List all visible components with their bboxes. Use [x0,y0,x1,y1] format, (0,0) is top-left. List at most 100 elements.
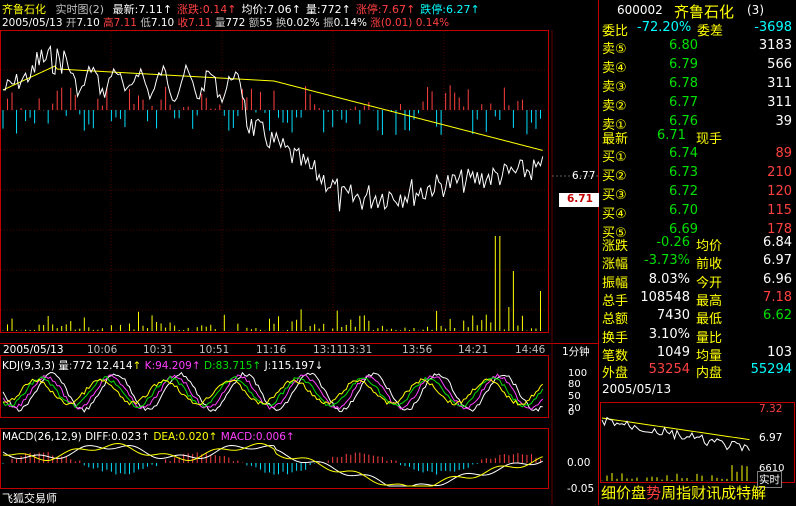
latest-label: 最新 [602,132,629,147]
book-row[interactable]: 买② 6.73 210 [599,165,794,184]
tab-6[interactable]: 财 [691,484,706,502]
stats-v2: 6.84 [763,235,792,250]
stats-l1: 笔数 [602,348,629,364]
kdj-tick: 50 [568,391,581,402]
book-price: 6.72 [669,184,698,199]
tab-7[interactable]: 讯 [706,484,721,502]
tab-4[interactable]: 周 [661,484,676,502]
time-label: 14:21 [458,344,489,356]
tab-10[interactable]: 解 [751,484,766,502]
time-label: 10:06 [87,344,118,356]
stats-l2: 最高 [696,293,723,309]
stats-l2: 前收 [696,257,723,273]
mini-mid: 6.97 [759,432,783,444]
vol-label: 量 [214,17,226,29]
stock-code: 600002 [617,3,663,17]
stats-row: 振幅 8.03% 今开 6.96 [599,272,794,291]
d-value: 83.715 [215,360,253,372]
book-level-label: 卖④ [602,61,627,76]
current-price-label: 6.71 [567,193,593,205]
book-row[interactable]: 买③ 6.72 120 [599,184,794,203]
book-price: 6.80 [669,38,698,53]
book-level-label: 买④ [602,207,627,222]
vol-value: 772 [225,17,246,29]
macd-tick-neg: -0.05 [567,483,595,495]
change-value: (0.01) [380,17,413,29]
dea-label: DEA [153,431,176,443]
stats-row: 笔数 1049 均量 103 [599,345,794,364]
kdj-vol: 772 [72,360,93,372]
time-label: 2005/05/13 [3,344,64,356]
book-row[interactable]: 卖② 6.77 311 [599,95,794,114]
macd-title[interactable]: MACD(26,12,9) [2,431,82,443]
stats-v1: 8.03% [648,271,690,287]
book-volume: 115 [767,203,792,218]
stats-l2: 最低 [696,312,723,328]
stats-v1: 3.10% [648,326,690,342]
kdj-line [2,378,544,406]
stats-l1: 换手 [602,330,629,346]
book-volume: 89 [775,146,792,161]
bottom-tab-bar: 细价盘势周指财讯成特解 [601,482,766,504]
tab-0[interactable]: 细 [601,484,616,502]
book-volume: 566 [767,57,792,72]
waipan-row: 外盘 53254 内盘 55294 [599,362,794,381]
weicha-label: 委差 [697,24,724,39]
kdj-tick: 100 [568,368,588,379]
kdj-tick: 0 [568,407,575,418]
tab-2[interactable]: 盘 [631,484,646,502]
book-row[interactable]: 卖⑤ 6.80 3183 [599,38,794,57]
book-row[interactable]: 卖③ 6.78 311 [599,76,794,95]
dea-value: 0.020 [178,431,209,443]
close-label: 收 [177,17,189,29]
book-volume: 3183 [758,38,792,53]
header-line2: 2005/05/13 开7.10 高7.11 低7.10 收7.11 量772 … [2,15,449,30]
brand-label: 飞狐交易师 [2,492,57,505]
xianshou-label: 现手 [696,132,723,147]
open-label: 开 [65,17,77,29]
kdj-title[interactable]: KDJ(9,3,3) [2,360,55,372]
book-row[interactable]: 买① 6.74 89 [599,146,794,165]
period-label[interactable]: 1分钟 [562,344,590,359]
book-level-label: 买③ [602,188,627,203]
macd-tick-0: 0.00 [567,457,591,469]
close-value: 7.11 [188,17,212,29]
amplitude-label: 振 [323,17,334,29]
j-value: 115.197 [271,360,315,372]
tab-5[interactable]: 指 [676,484,691,502]
k-value: 94.209 [155,360,192,372]
j-label: J [264,360,268,372]
amount-value: 55 [259,17,273,29]
neipan-label: 内盘 [696,366,723,381]
tab-1[interactable]: 价 [616,484,631,502]
stats-v1: 1049 [656,344,690,360]
time-label: 10:31 [143,344,174,356]
stats-l2: 今开 [696,275,723,291]
book-level-label: 卖③ [602,80,627,95]
book-price: 6.74 [669,146,698,161]
stats-v2: 6.96 [763,271,792,287]
tab-3[interactable]: 势 [646,484,661,502]
mini-high: 7.32 [759,403,783,415]
waipan-value: 53254 [648,362,690,377]
book-price: 6.77 [669,95,698,110]
book-volume: 39 [775,114,792,129]
macd-header: MACD(26,12,9) DIFF:0.023↑ DEA:0.020↑ MAC… [2,431,295,443]
stats-l2: 均价 [696,239,723,254]
weibi-label: 委比 [602,24,629,39]
book-row[interactable]: 买④ 6.70 115 [599,203,794,222]
book-row[interactable]: 卖④ 6.79 566 [599,57,794,76]
kdj-ma: 12.414 [95,360,133,372]
stats-l1: 总额 [602,312,629,328]
price-tick-label: 6.77 [572,170,596,182]
panel-title: 600002 齐鲁石化 (3) [599,0,796,21]
macd-line [2,445,543,487]
stats-l1: 振幅 [602,275,629,291]
stats-row: 总额 7430 最低 6.62 [599,308,794,327]
tab-8[interactable]: 成 [721,484,736,502]
book-volume: 311 [767,76,792,91]
stats-v1: 7430 [656,308,690,324]
tab-9[interactable]: 特 [736,484,751,502]
time-label: 13:31 [342,344,373,356]
header-item-value: 6.27 [446,3,471,16]
